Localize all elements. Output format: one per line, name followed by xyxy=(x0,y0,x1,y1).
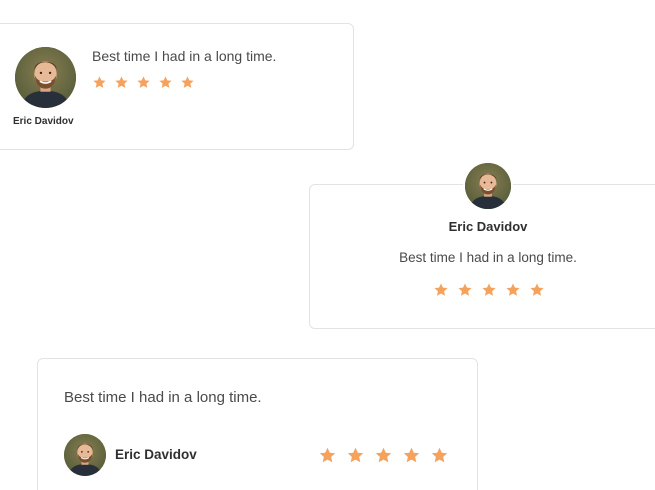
reviewer-name: Eric Davidov xyxy=(448,219,528,234)
testimonial-quote: Best time I had in a long time. xyxy=(92,48,277,64)
star-icon xyxy=(136,75,151,90)
star-icon xyxy=(158,75,173,90)
star-icon xyxy=(529,282,545,298)
star-icon xyxy=(92,75,107,90)
testimonials-showcase: Eric Davidov Best time I had in a long t… xyxy=(0,0,655,490)
star-rating xyxy=(318,446,449,465)
star-rating xyxy=(433,282,545,298)
star-icon xyxy=(505,282,521,298)
star-rating xyxy=(92,75,195,90)
star-icon xyxy=(318,446,337,465)
testimonial-quote: Best time I had in a long time. xyxy=(64,389,262,406)
testimonial-card-left-avatar: Eric Davidov Best time I had in a long t… xyxy=(0,23,354,150)
testimonial-quote: Best time I had in a long time. xyxy=(399,250,577,265)
star-icon xyxy=(402,446,421,465)
star-icon xyxy=(346,446,365,465)
star-icon xyxy=(430,446,449,465)
star-icon xyxy=(481,282,497,298)
reviewer-name: Eric Davidov xyxy=(13,116,74,127)
avatar xyxy=(64,434,106,476)
star-icon xyxy=(433,282,449,298)
star-icon xyxy=(457,282,473,298)
testimonial-card-footer: Best time I had in a long time. Eric Dav… xyxy=(37,358,478,490)
star-icon xyxy=(180,75,195,90)
star-icon xyxy=(114,75,129,90)
testimonial-card-centered: Eric Davidov Best time I had in a long t… xyxy=(309,163,655,329)
reviewer-name: Eric Davidov xyxy=(115,447,197,462)
star-icon xyxy=(374,446,393,465)
avatar xyxy=(465,163,511,209)
avatar xyxy=(15,47,76,108)
